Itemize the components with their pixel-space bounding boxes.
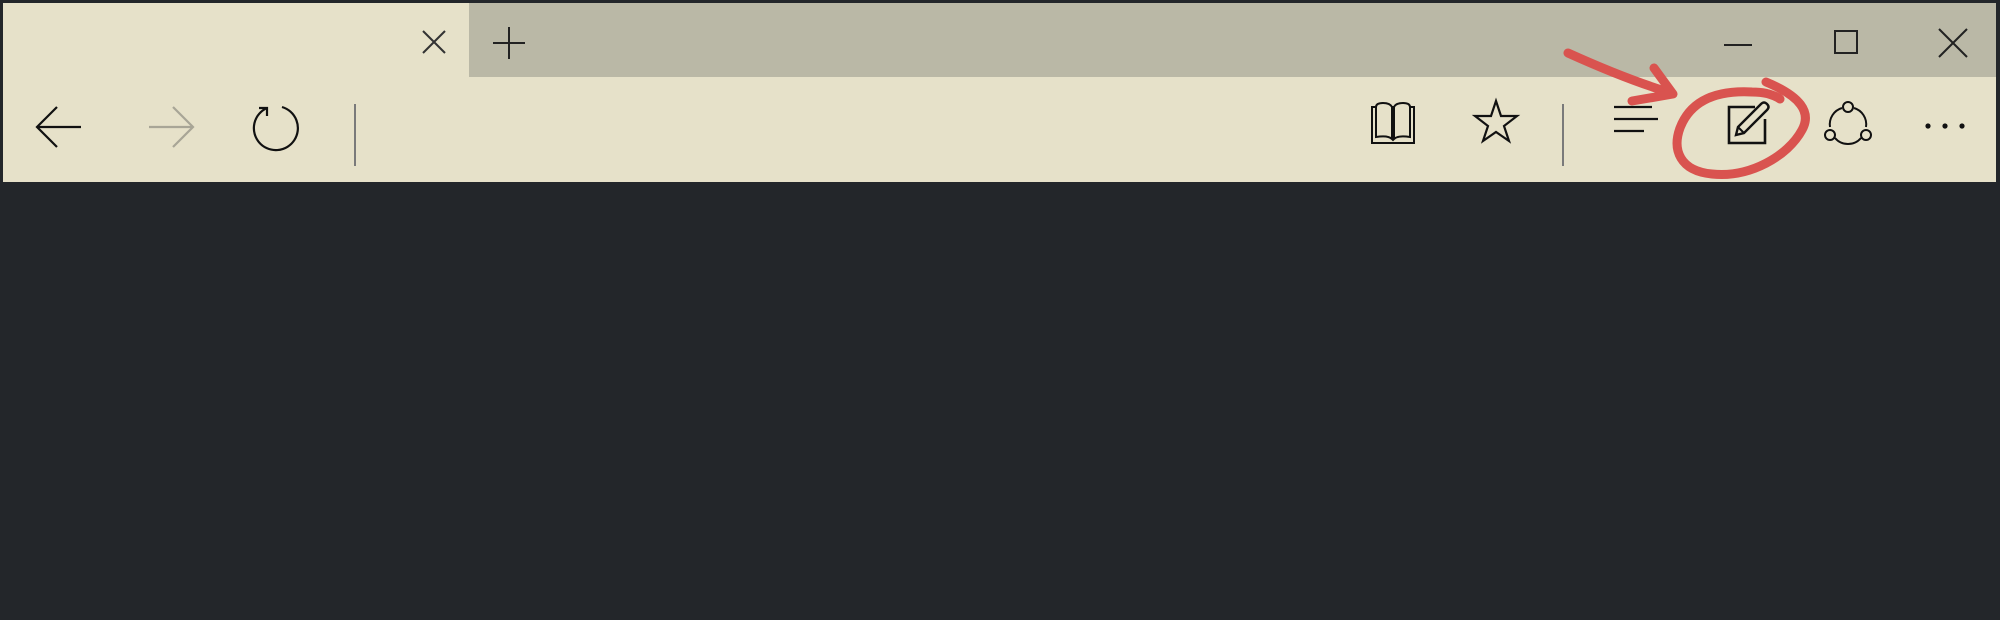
close-icon [1938,28,1968,58]
maximize-icon [1834,30,1858,54]
navigation-toolbar [3,77,1996,182]
refresh-icon [252,105,299,152]
minimize-icon [1724,44,1752,46]
refresh-button[interactable] [249,99,305,155]
ellipsis-icon [1925,123,1965,129]
new-tab-button[interactable] [491,25,527,61]
arrow-left-icon [35,106,81,148]
pen-note-icon [1727,101,1770,145]
close-icon [422,30,446,54]
more-button[interactable] [1918,101,1974,157]
share-icon [1824,101,1872,145]
hub-icon [1614,105,1658,133]
maximize-button[interactable] [1828,25,1864,61]
browser-window [3,3,1996,182]
tab-close-button[interactable] [419,27,449,57]
forward-button[interactable] [145,99,201,155]
toolbar-separator [354,104,356,166]
title-bar [3,3,1996,77]
back-button[interactable] [31,99,87,155]
toolbar-separator-2 [1562,104,1564,166]
reading-view-button[interactable] [1366,97,1422,153]
tab-strip [469,3,1996,77]
plus-icon [493,27,525,59]
web-content-area [0,183,2000,620]
share-button[interactable] [1820,99,1876,155]
web-note-button[interactable] [1719,97,1775,153]
active-tab[interactable] [3,3,469,77]
minimize-button[interactable] [1720,25,1756,61]
hub-button[interactable] [1608,97,1664,153]
arrow-right-icon [149,106,195,148]
book-icon [1371,101,1415,144]
close-window-button[interactable] [1935,25,1971,61]
favorites-button[interactable] [1468,95,1524,151]
star-icon [1471,97,1521,144]
